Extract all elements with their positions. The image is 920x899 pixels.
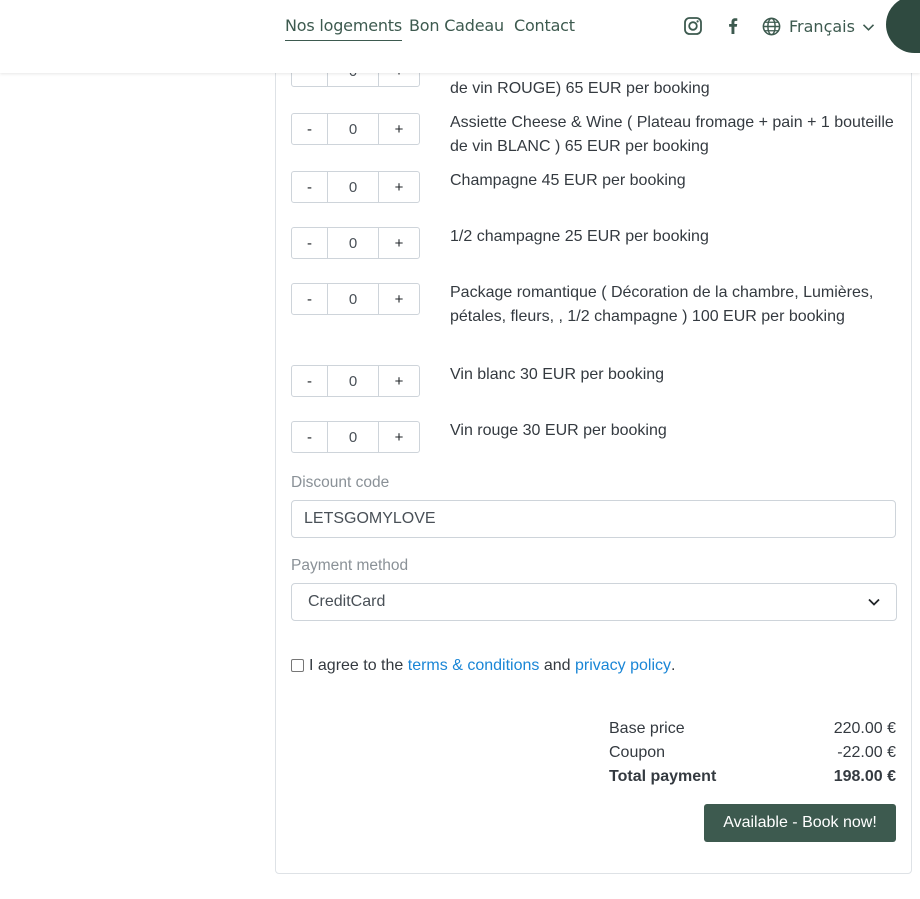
quantity-input[interactable] [328,283,378,315]
extra-label: 1/2 champagne 25 EUR per booking [450,228,709,245]
discount-code-value: LETSGOMYLOVE [304,510,436,527]
terms-link[interactable]: terms & conditions [408,657,540,675]
increment-button[interactable]: + [378,227,420,259]
decrement-button[interactable]: - [291,113,328,145]
agree-prefix: I agree to the [309,657,404,674]
nav-contact[interactable]: Contact [514,16,575,35]
increment-button[interactable]: + [378,365,420,397]
quantity-input[interactable] [328,421,378,453]
agree-suffix: . [671,657,676,674]
quantity-stepper: - + [291,113,420,145]
quantity-stepper: - + [291,171,420,203]
payment-method-label: Payment method [291,557,409,574]
menu-button[interactable] [886,0,920,53]
decrement-button[interactable]: - [291,283,328,315]
decrement-button[interactable]: - [291,171,328,203]
base-price-value: 220.00 € [833,720,896,737]
increment-button[interactable]: + [378,113,420,145]
total-row: Total payment 198.00 € [609,768,896,792]
coupon-label: Coupon [609,744,666,761]
coupon-row: Coupon -22.00 € [609,744,896,768]
agree-checkbox[interactable] [291,658,304,672]
quantity-stepper: - + [291,283,420,315]
discount-code-label: Discount code [291,474,390,491]
nav-nos-logements[interactable]: Nos logements [285,16,402,41]
quantity-input[interactable] [328,171,378,203]
extra-label: Package romantique ( Décoration de la ch… [450,284,874,325]
agree-and: and [543,657,571,674]
instagram-icon[interactable] [682,15,704,37]
payment-method-select[interactable]: CreditCard [291,583,897,621]
extra-label: Vin rouge 30 EUR per booking [450,422,667,439]
increment-button[interactable]: + [378,421,420,453]
terms-agreement: I agree to the terms & conditions and pr… [291,657,675,675]
nav-bon-cadeau[interactable]: Bon Cadeau [409,16,504,35]
quantity-input[interactable] [328,113,378,145]
language-label: Français [789,16,855,36]
privacy-link[interactable]: privacy policy [575,657,671,675]
decrement-button[interactable]: - [291,365,328,397]
base-price-label: Base price [609,720,685,737]
globe-icon [761,16,782,37]
total-value: 198.00 € [833,768,896,785]
extra-label: Assiette Cheese & Wine ( Plateau fromage… [450,114,894,155]
extra-label: Champagne 45 EUR per booking [450,172,686,189]
book-now-button[interactable]: Available - Book now! [704,804,896,842]
quantity-stepper: - + [291,227,420,259]
increment-button[interactable]: + [378,283,420,315]
site-header: Nos logements Bon Cadeau Contact Françai… [0,0,920,73]
coupon-value: -22.00 € [837,744,896,761]
decrement-button[interactable]: - [291,421,328,453]
quantity-stepper: - + [291,421,420,453]
facebook-icon[interactable] [722,15,744,37]
total-label: Total payment [609,768,717,785]
increment-button[interactable]: + [378,171,420,203]
chevron-down-icon [868,593,880,611]
chevron-down-icon [862,23,875,32]
base-price-row: Base price 220.00 € [609,720,896,744]
decrement-button[interactable]: - [291,227,328,259]
quantity-input[interactable] [328,227,378,259]
discount-code-input[interactable]: LETSGOMYLOVE [291,500,896,538]
payment-method-value: CreditCard [308,593,386,610]
quantity-input[interactable] [328,365,378,397]
extra-label: Vin blanc 30 EUR per booking [450,366,665,383]
quantity-stepper: - + [291,365,420,397]
language-selector[interactable]: Français [761,15,875,37]
